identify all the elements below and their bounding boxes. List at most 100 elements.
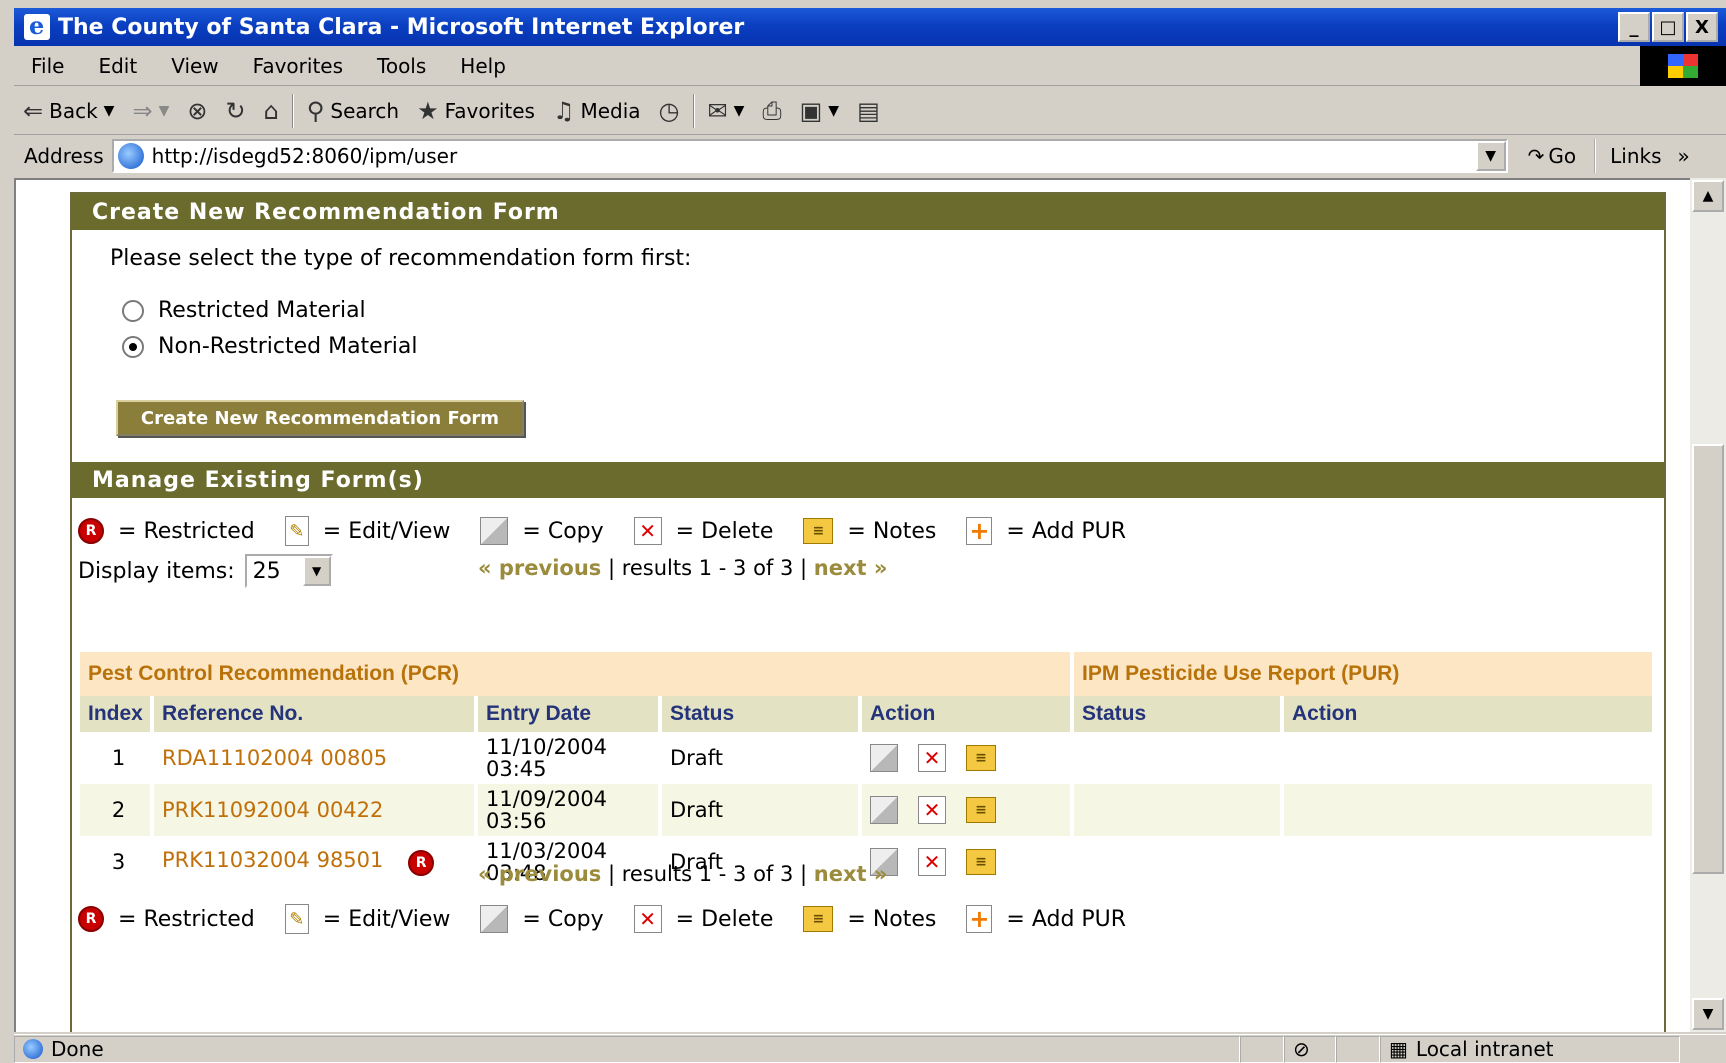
menu-edit[interactable]: Edit [81, 54, 154, 78]
delete-icon[interactable]: ✕ [918, 796, 946, 824]
ie-app-icon [24, 11, 50, 40]
scroll-down-icon[interactable]: ▼ [1692, 998, 1724, 1030]
previous-link[interactable]: « previous [478, 556, 601, 580]
menu-tools[interactable]: Tools [360, 54, 443, 78]
add-pur-icon: + [966, 517, 993, 545]
go-button[interactable]: ↷ Go [1508, 144, 1595, 168]
print-button[interactable]: ⎙ [753, 91, 790, 131]
minimize-button[interactable]: _ [1618, 12, 1650, 42]
notes-icon[interactable]: ≡ [966, 849, 996, 875]
pager-top: « previous | results 1 - 3 of 3 | next » [478, 556, 887, 580]
edit-view-icon: ✎ [284, 904, 309, 934]
zone-text: Local intranet [1415, 1037, 1554, 1061]
privacy-icon[interactable]: ⊘ [1284, 1035, 1336, 1063]
window-controls: _ □ X [1618, 12, 1718, 42]
edit-page-dropdown-icon[interactable]: ▼ [828, 103, 839, 119]
status-progress-cell [1240, 1035, 1284, 1063]
toolbar-separator [291, 93, 294, 128]
status-bar: Done ⊘ ▦ Local intranet [14, 1034, 1726, 1063]
copy-icon[interactable] [870, 796, 898, 824]
close-button[interactable]: X [1686, 12, 1718, 42]
col-status: Status [662, 696, 858, 732]
table-row: 1 RDA11102004 00805 11/10/2004 03:45 Draf… [80, 732, 1652, 784]
back-dropdown-icon[interactable]: ▼ [104, 103, 115, 119]
legend-eq: = [118, 906, 137, 932]
display-items-select[interactable]: 25 ▼ [244, 554, 333, 588]
radio-non-restricted[interactable] [122, 335, 144, 358]
create-section-header: Create New Recommendation Form [72, 194, 1664, 230]
previous-link[interactable]: « previous [478, 862, 601, 886]
copy-icon [480, 905, 509, 933]
forward-dropdown-icon[interactable]: ▼ [159, 103, 170, 119]
scroll-thumb[interactable] [1692, 444, 1724, 874]
next-link[interactable]: next » [814, 556, 888, 580]
scroll-up-icon[interactable]: ▲ [1692, 180, 1724, 212]
history-button[interactable]: ◷ [650, 91, 689, 131]
restricted-icon: R [408, 850, 435, 876]
links-toolbar[interactable]: Links » [1594, 139, 1690, 173]
mail-dropdown-icon[interactable]: ▼ [734, 103, 745, 119]
menu-view[interactable]: View [154, 54, 235, 78]
search-label: Search [330, 98, 400, 123]
legend-copy-label: Copy [547, 518, 604, 544]
forward-button[interactable]: ⇒ ▼ [123, 91, 178, 131]
row-index: 1 [111, 746, 126, 770]
maximize-button[interactable]: □ [1652, 12, 1684, 42]
legend-eq: = [1006, 906, 1025, 932]
links-chevron-icon[interactable]: » [1678, 144, 1690, 168]
media-button[interactable]: ♫ Media [544, 91, 650, 131]
radio-restricted[interactable] [122, 299, 144, 322]
copy-icon[interactable] [870, 744, 898, 772]
home-button[interactable]: ⌂ [255, 91, 288, 131]
legend-delete-label: Delete [701, 518, 774, 544]
notes-icon: ≡ [803, 518, 834, 544]
favorites-button[interactable]: ★ Favorites [408, 91, 544, 131]
menu-favorites[interactable]: Favorites [236, 54, 360, 78]
legend-eq: = [675, 518, 695, 544]
search-button[interactable]: ⚲ Search [298, 91, 408, 131]
table-row: 2 PRK11092004 00422 11/09/2004 03:56 Draf… [80, 784, 1652, 836]
chevron-down-icon[interactable]: ▼ [302, 556, 331, 586]
links-label[interactable]: Links [1610, 144, 1661, 168]
legend-eq: = [675, 906, 695, 932]
next-link[interactable]: next » [814, 862, 888, 886]
back-button[interactable]: ⇐ Back ▼ [14, 91, 123, 131]
radio-non-restricted-option[interactable]: Non-Restricted Material [122, 334, 417, 359]
toolbar-separator [692, 93, 695, 128]
discuss-button[interactable]: ▤ [848, 91, 889, 131]
results-text: | results 1 - 3 of 3 | [607, 862, 808, 886]
create-recommendation-button[interactable]: Create New Recommendation Form [116, 400, 524, 436]
pager-bottom: « previous | results 1 - 3 of 3 | next » [478, 862, 887, 886]
delete-icon[interactable]: ✕ [918, 744, 946, 772]
refresh-button[interactable]: ↻ [216, 91, 254, 131]
address-url[interactable]: http://isdegd52:8060/ipm/user [152, 144, 458, 168]
notes-icon: ≡ [803, 906, 834, 932]
reference-link[interactable]: PRK11032004 98501 [162, 848, 383, 872]
col-index: Index [80, 696, 150, 732]
edit-page-button[interactable]: ▣ ▼ [791, 91, 848, 131]
col-action: Action [862, 696, 1070, 732]
title-bar: The County of Santa Clara - Microsoft In… [14, 8, 1726, 46]
pur-group-header: IPM Pesticide Use Report (PUR) [1074, 652, 1652, 696]
address-field[interactable]: http://isdegd52:8060/ipm/user ▼ [111, 139, 1508, 173]
notes-icon[interactable]: ≡ [966, 745, 996, 771]
reference-link[interactable]: RDA11102004 00805 [162, 746, 387, 770]
stop-button[interactable]: ⊗ [178, 91, 216, 131]
radio-restricted-option[interactable]: Restricted Material [122, 298, 366, 323]
menu-help[interactable]: Help [443, 54, 523, 78]
display-items-label: Display items: [78, 558, 235, 584]
delete-icon[interactable]: ✕ [918, 848, 946, 876]
vertical-scrollbar[interactable]: ▲ ▼ [1690, 178, 1726, 1032]
menu-bar: File Edit View Favorites Tools Help [14, 46, 1726, 86]
reference-link[interactable]: PRK11092004 00422 [162, 798, 383, 822]
menu-file[interactable]: File [14, 54, 81, 78]
create-prompt: Please select the type of recommendation… [110, 246, 692, 271]
legend-restricted-label: Restricted [143, 518, 255, 544]
mail-button[interactable]: ✉ ▼ [699, 91, 754, 131]
legend-edit-label: Edit/View [348, 906, 451, 932]
col-reference: Reference No. [154, 696, 474, 732]
notes-icon[interactable]: ≡ [966, 797, 996, 823]
go-arrow-icon: ↷ [1527, 144, 1545, 168]
history-icon: ◷ [658, 96, 680, 125]
address-dropdown-icon[interactable]: ▼ [1475, 141, 1506, 171]
